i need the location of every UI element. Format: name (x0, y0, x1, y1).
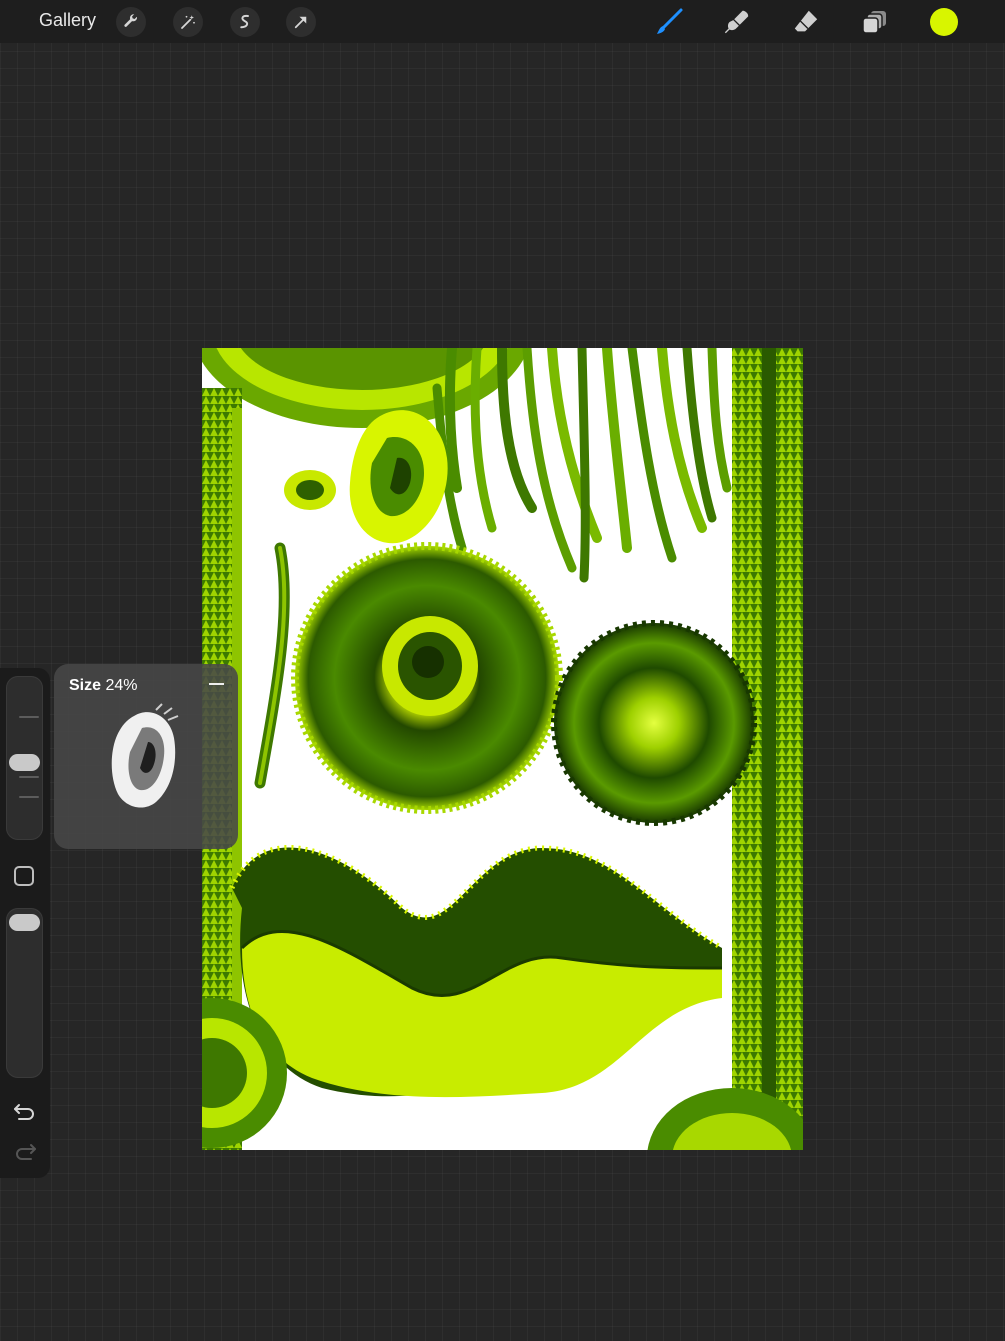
size-notch (19, 716, 39, 718)
color-picker-button[interactable] (930, 8, 958, 36)
popup-minimize-icon[interactable] (209, 683, 224, 685)
undo-icon[interactable] (13, 1102, 37, 1122)
selection-icon (240, 14, 249, 29)
artwork-illustration (202, 348, 803, 1150)
artwork-canvas[interactable] (202, 348, 803, 1150)
brush-opacity-slider[interactable] (6, 908, 43, 1078)
adjustments-button[interactable] (173, 7, 203, 37)
layers-icon (862, 11, 886, 34)
redo-icon[interactable] (13, 1142, 37, 1162)
size-notch (19, 796, 39, 798)
selection-button[interactable] (230, 7, 260, 37)
wrench-icon (124, 14, 138, 27)
gallery-button[interactable]: Gallery (39, 10, 96, 31)
brush-icon (657, 8, 683, 34)
brush-sidebar (0, 668, 50, 1178)
brush-preview-icon (111, 703, 179, 808)
size-notch (19, 776, 39, 778)
actions-button[interactable] (116, 7, 146, 37)
brush-tool-button[interactable] (653, 6, 685, 38)
size-label: Size (69, 677, 102, 694)
size-readout: Size 24% (69, 677, 138, 695)
smudge-icon (724, 10, 749, 34)
magic-wand-icon (181, 15, 195, 29)
modify-button[interactable] (14, 866, 34, 886)
layers-button[interactable] (859, 6, 891, 38)
smudge-tool-button[interactable] (721, 6, 753, 38)
transform-button[interactable] (286, 7, 316, 37)
eraser-icon (794, 10, 818, 32)
transform-arrow-icon (294, 16, 307, 29)
brush-opacity-thumb[interactable] (9, 914, 40, 931)
brush-size-slider[interactable] (6, 676, 43, 840)
eraser-tool-button[interactable] (790, 6, 822, 38)
brush-size-popup: Size 24% (54, 664, 238, 849)
brush-size-thumb[interactable] (9, 754, 40, 771)
size-value: 24% (105, 677, 138, 694)
top-toolbar: Gallery (0, 0, 1005, 43)
